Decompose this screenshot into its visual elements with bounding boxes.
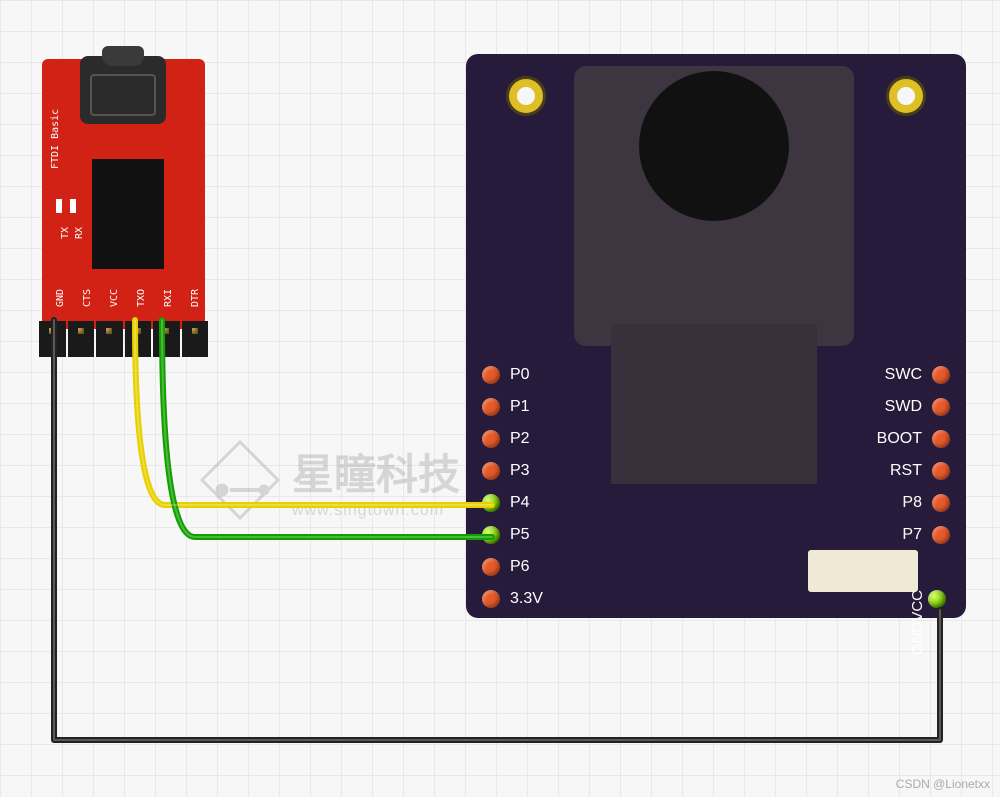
pad-icon	[932, 462, 950, 480]
right-pin-row: SWC SWD BOOT RST P8 P7	[877, 364, 950, 546]
pad-icon	[932, 398, 950, 416]
pin-swd[interactable]: SWD	[885, 396, 950, 418]
pad-icon	[932, 526, 950, 544]
ftdi-pin-rxi: RXI	[163, 289, 174, 307]
pad-icon	[932, 494, 950, 512]
header-pin-dtr[interactable]	[182, 321, 209, 357]
mounting-hole-tl	[506, 76, 546, 116]
pin-p0[interactable]: P0	[482, 364, 543, 386]
pin-p2[interactable]: P2	[482, 428, 543, 450]
watermark-logo-icon	[200, 440, 280, 520]
camera-processor-ic	[611, 324, 817, 484]
pad-icon	[928, 590, 946, 608]
ftdi-pin-header[interactable]	[38, 321, 209, 357]
pin-swc[interactable]: SWC	[885, 364, 950, 386]
camera-lens	[639, 71, 789, 221]
credit-text: CSDN @Lionetxx	[896, 777, 990, 791]
ftdi-pin-dtr: DTR	[190, 289, 201, 307]
pad-icon	[482, 494, 500, 512]
pin-p4[interactable]: P4	[482, 492, 543, 514]
camera-module-board: P0 P1 P2 P3 P4 P5 P6 3.3V SWC SWD BOOT R…	[466, 54, 966, 618]
pin-boot[interactable]: BOOT	[877, 428, 950, 450]
pin-gndvcc[interactable]	[928, 588, 946, 610]
pin-p3[interactable]: P3	[482, 460, 543, 482]
ftdi-board: FTDI Basic TX RX GND CTS VCC TXO RXI DTR…	[42, 59, 205, 329]
flex-connector	[808, 550, 918, 592]
ftdi-pin-txo: TXO	[136, 289, 147, 307]
pad-icon	[482, 430, 500, 448]
ftdi-pin-cts: CTS	[82, 289, 93, 307]
pad-icon	[482, 398, 500, 416]
rx-label: RX	[74, 227, 85, 239]
pad-icon	[482, 462, 500, 480]
wire-rxi	[162, 320, 492, 537]
usb-mini-connector	[80, 56, 166, 124]
pin-3v3[interactable]: 3.3V	[482, 588, 543, 610]
ftdi-title: FTDI Basic	[50, 109, 61, 169]
mounting-hole-tr	[886, 76, 926, 116]
rx-led	[70, 199, 76, 213]
pad-icon	[482, 558, 500, 576]
ftdi-pin-gnd: GND	[55, 289, 66, 307]
pin-p7[interactable]: P7	[902, 524, 950, 546]
pin-p8[interactable]: P8	[902, 492, 950, 514]
watermark-brand: 星瞳科技	[292, 441, 460, 502]
pin-p6[interactable]: P6	[482, 556, 543, 578]
tx-label: TX	[60, 227, 71, 239]
ftdi-ic-chip	[92, 159, 164, 269]
camera-housing	[574, 66, 854, 346]
pad-icon	[932, 430, 950, 448]
pad-icon	[482, 526, 500, 544]
header-pin-rxi[interactable]	[153, 321, 180, 357]
watermark: 星瞳科技 www.singtown.com	[200, 440, 460, 520]
pad-icon	[482, 366, 500, 384]
header-pin-vcc[interactable]	[96, 321, 123, 357]
wire-rxi	[162, 320, 492, 537]
header-pin-cts[interactable]	[68, 321, 95, 357]
pad-icon	[932, 366, 950, 384]
pin-p5[interactable]: P5	[482, 524, 543, 546]
pin-rst[interactable]: RST	[890, 460, 950, 482]
ftdi-pin-vcc: VCC	[109, 289, 120, 307]
pad-icon	[482, 590, 500, 608]
watermark-url: www.singtown.com	[292, 502, 460, 520]
gndvcc-label: GNDVCC	[909, 590, 926, 655]
tx-led	[56, 199, 62, 213]
header-pin-txo[interactable]	[125, 321, 152, 357]
header-pin-gnd[interactable]	[39, 321, 66, 357]
pin-p1[interactable]: P1	[482, 396, 543, 418]
left-pin-row: P0 P1 P2 P3 P4 P5 P6 3.3V	[482, 364, 543, 610]
